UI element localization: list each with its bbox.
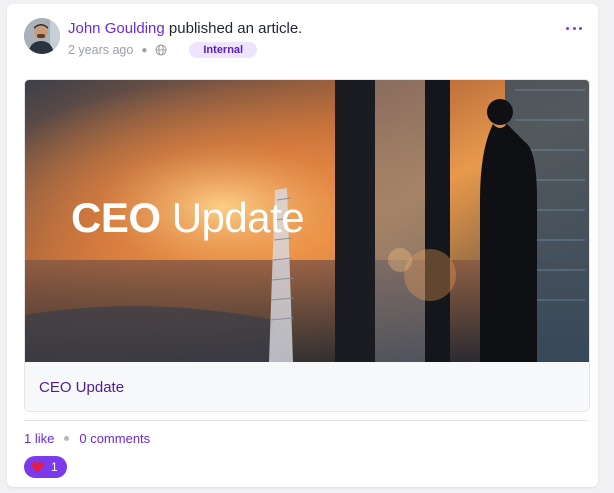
hero-title-bold: CEO [71,194,161,241]
author-avatar[interactable] [24,18,60,54]
visibility-badge: Internal [189,42,258,58]
likes-link[interactable]: 1 like [24,431,54,446]
post-action-text: published an article. [168,20,303,37]
reaction-button[interactable]: 1 [24,456,67,478]
globe-icon [155,44,167,56]
post-meta: 2 years ago ● Internal [68,42,258,58]
meta-separator: ● [141,44,148,56]
comments-link[interactable]: 0 comments [79,431,150,446]
engagement-divider [24,420,588,421]
more-horizontal-icon[interactable] [566,24,582,32]
reaction-count: 1 [51,460,58,474]
engagement-stats: 1 like 0 comments [24,431,150,446]
stats-separator [64,436,70,441]
article-title-link[interactable]: CEO Update [39,379,124,396]
heart-icon [31,461,44,473]
avatar-image [24,18,60,54]
article-preview[interactable]: CEO Update CEO Update [24,79,590,412]
hero-title-overlay: CEO Update [71,194,305,242]
post-headline: John Goulding published an article. [68,20,302,38]
hero-title-light: Update [171,194,305,241]
author-name-link[interactable]: John Goulding [68,20,165,37]
feed-post-card: John Goulding published an article. 2 ye… [7,4,598,487]
post-timestamp[interactable]: 2 years ago [68,43,133,57]
post-header: John Goulding published an article. 2 ye… [24,18,586,58]
